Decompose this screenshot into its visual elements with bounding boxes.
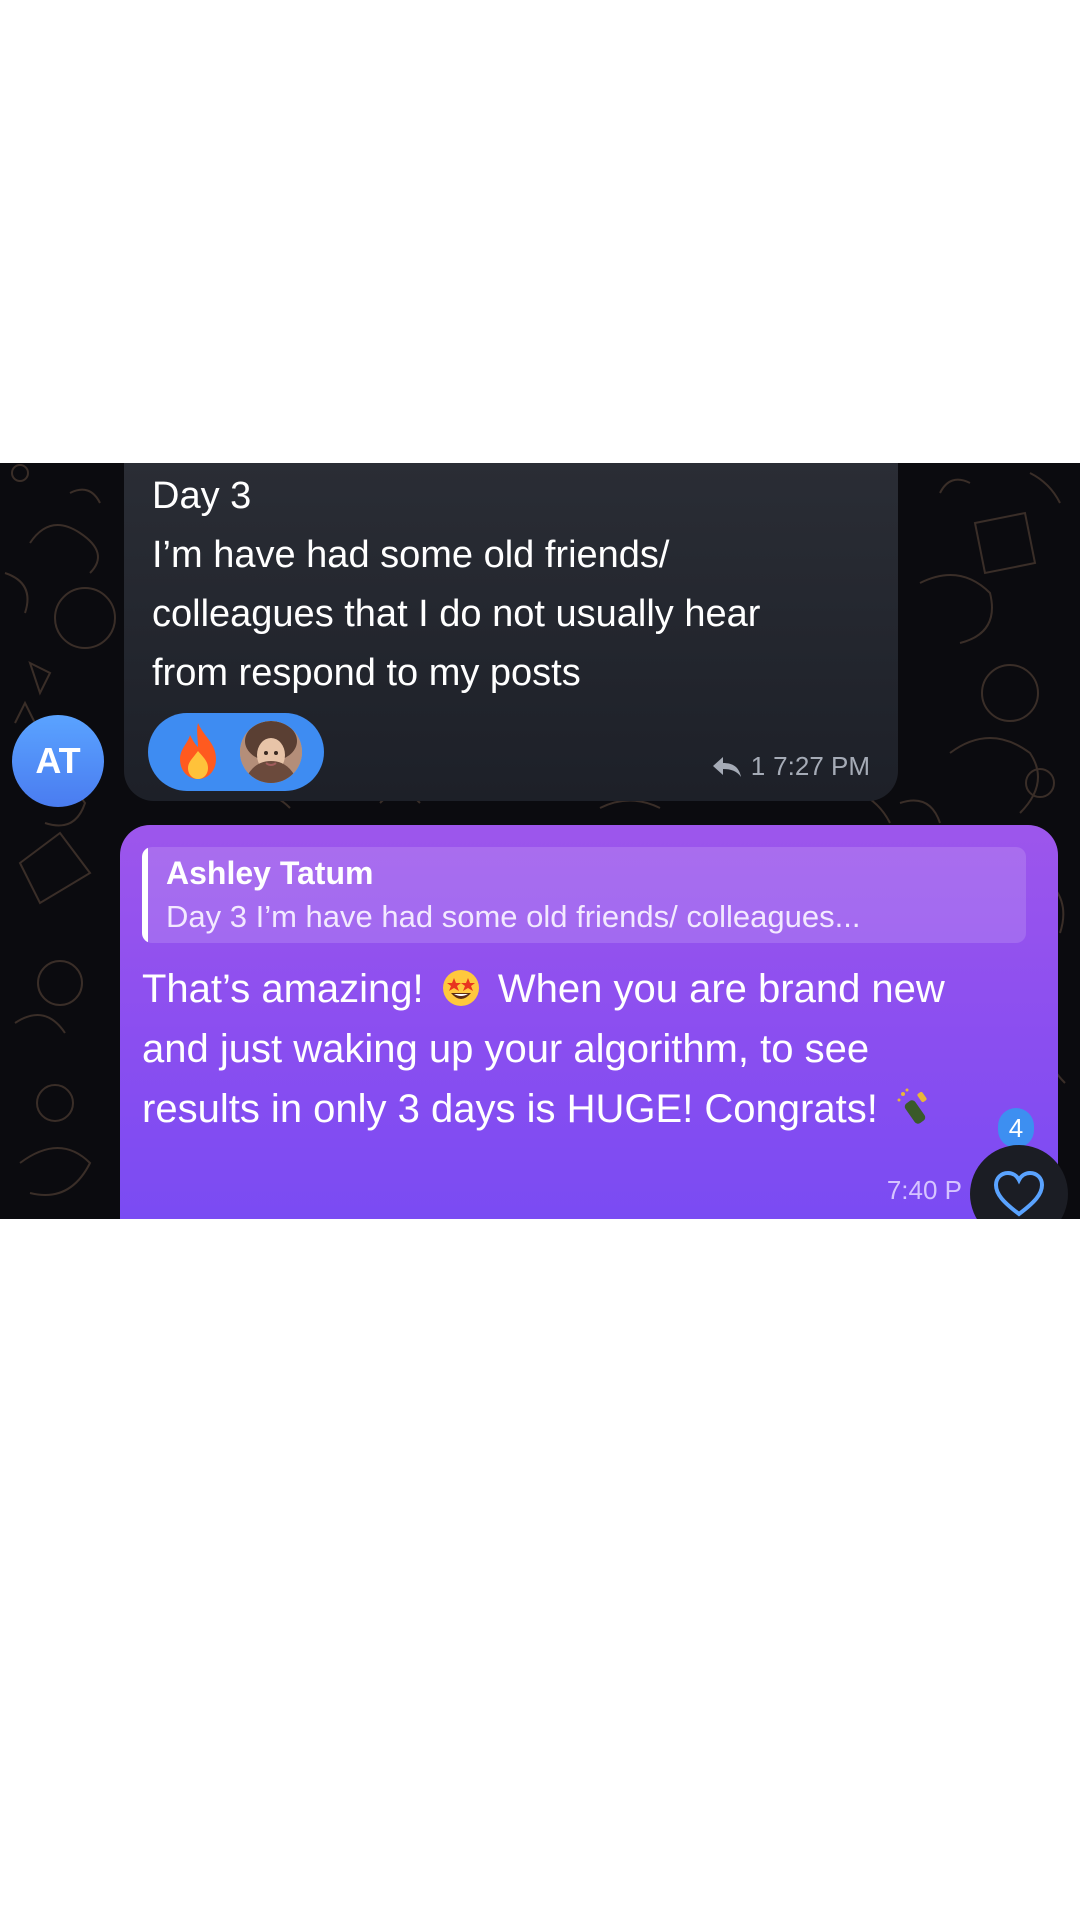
like-count-badge: 4	[998, 1108, 1034, 1148]
outgoing-message-text: That’s amazing! When you are brand new a…	[142, 959, 982, 1139]
chat-view: AT Day 3 I’m have had some old friends/ …	[0, 463, 1080, 1219]
heart-icon	[993, 1170, 1045, 1217]
fire-icon	[180, 723, 216, 779]
quote-author: Ashley Tatum	[166, 855, 374, 891]
reaction-pill[interactable]	[148, 713, 324, 791]
user-avatar-reaction	[240, 721, 302, 783]
outgoing-message-bubble[interactable]: Ashley Tatum Day 3 I’m have had some old…	[120, 825, 1058, 1219]
outgoing-message-time: 7:40 P	[886, 1175, 962, 1205]
incoming-message-meta: 1 7:27 PM	[711, 751, 870, 782]
star-struck-emoji	[442, 970, 479, 1006]
sender-avatar[interactable]: AT	[12, 715, 104, 807]
quote-accent-bar	[142, 847, 148, 943]
incoming-message-bubble[interactable]: Day 3 I’m have had some old friends/ col…	[124, 463, 898, 801]
reply-count: 1	[750, 751, 766, 781]
champagne-emoji	[897, 1088, 927, 1124]
message-text-part1: That’s amazing!	[142, 967, 424, 1011]
incoming-message-time: 7:27 PM	[773, 751, 870, 781]
quote-text: Day 3 I’m have had some old friends/ col…	[166, 899, 861, 934]
reply-icon	[712, 756, 741, 777]
reply-quote[interactable]: Ashley Tatum Day 3 I’m have had some old…	[142, 847, 1026, 943]
incoming-message-text: Day 3 I’m have had some old friends/ col…	[152, 475, 761, 694]
